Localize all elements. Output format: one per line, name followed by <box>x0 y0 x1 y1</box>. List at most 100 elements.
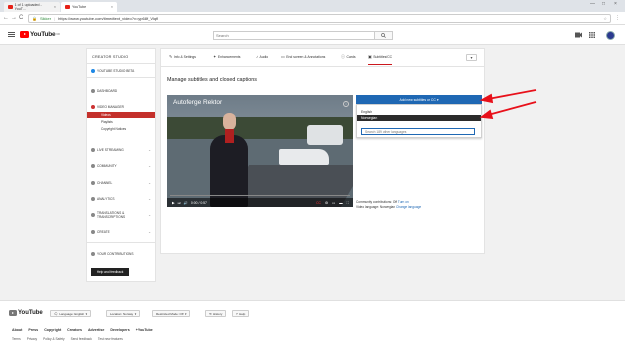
tab-subtitles-cc[interactable]: ▣ Subtitles/CC <box>368 55 393 65</box>
settings-icon[interactable]: ⚙ <box>325 201 328 205</box>
back-icon[interactable]: ← <box>3 15 9 21</box>
community-contributions: Community contributions: Off Turn on <box>356 200 409 204</box>
sidebar-subitem-copyright[interactable]: Copyright Notices <box>87 126 155 132</box>
sidebar-item-label: CREATE <box>97 229 110 234</box>
browser-tab-youtube[interactable]: YouTube × <box>61 2 117 12</box>
footer-link[interactable]: Copyright <box>44 328 61 332</box>
info-icon[interactable]: i <box>343 101 349 107</box>
footer-link[interactable]: +YouTube <box>136 328 153 332</box>
community-icon <box>91 163 95 168</box>
footer-link[interactable]: Send feedback <box>71 337 92 341</box>
browser-menu-icon[interactable]: ⋮ <box>615 15 620 21</box>
location-button[interactable]: Location: Norway ▾ <box>106 310 141 317</box>
bookmark-star-icon[interactable]: ☆ <box>603 16 607 21</box>
sidebar-item-analytics[interactable]: ANALYTICS ⌄ <box>87 194 155 203</box>
hamburger-menu-icon[interactable] <box>8 32 15 37</box>
pencil-icon: ✎ <box>169 54 173 59</box>
search-button[interactable] <box>374 32 392 39</box>
language-search-input[interactable] <box>361 128 475 135</box>
fullscreen-icon[interactable]: ⛶ <box>347 201 349 205</box>
tab-enhancements[interactable]: ✦ Enhancements <box>213 55 240 65</box>
sidebar-item-video-manager[interactable]: VIDEO MANAGER <box>87 102 155 111</box>
sidebar-item-contributions[interactable]: YOUR CONTRIBUTIONS <box>87 249 155 258</box>
sidebar-item-studio-beta[interactable]: YOUTUBE STUDIO BETA <box>87 66 155 75</box>
youtube-logo[interactable]: YouTube NO <box>20 31 60 38</box>
chevron-down-icon: ⌄ <box>148 213 151 217</box>
video-frame-boat <box>279 149 329 165</box>
video-manager-icon <box>91 104 95 109</box>
help-button[interactable]: ? Help <box>232 310 250 317</box>
live-icon <box>91 147 95 152</box>
footer-link[interactable]: Test new features <box>98 337 123 341</box>
sidebar-item-create[interactable]: CREATE ⌄ <box>87 227 155 236</box>
volume-icon[interactable]: 🔊 <box>184 201 188 205</box>
tab-audio[interactable]: ♪ Audio <box>256 55 268 65</box>
tab-info-settings[interactable]: ✎ Info & Settings <box>169 55 196 65</box>
miniplayer-icon[interactable]: ▭ <box>332 201 335 205</box>
sidebar-item-live-streaming[interactable]: LIVE STREAMING ⌄ <box>87 145 155 154</box>
footer-link[interactable]: Press <box>28 328 38 332</box>
next-icon[interactable]: ⏭ <box>178 201 181 205</box>
add-subtitles-button[interactable]: Add new subtitles or CC ▾ <box>356 95 482 104</box>
youtube-header: YouTube NO <box>0 25 625 45</box>
language-button[interactable]: 🗨 Language: English ▾ <box>50 310 92 317</box>
tab-label: End screen & Annotations <box>286 55 326 59</box>
browser-tab-upload[interactable]: 1 of 1 uploaded - YouT… × <box>4 2 60 12</box>
tab-end-screen[interactable]: ▭ End screen & Annotations <box>281 55 325 65</box>
apps-grid-icon[interactable] <box>589 32 595 38</box>
tab-label: Audio <box>259 55 269 59</box>
footer-link[interactable]: Terms <box>12 337 21 341</box>
chevron-down-icon: ⌄ <box>148 196 151 201</box>
video-frame-scarf <box>225 129 234 143</box>
captions-icon[interactable]: CC <box>316 201 321 205</box>
restricted-mode-button[interactable]: Restricted Mode: Off ▾ <box>152 310 191 317</box>
close-tab-icon[interactable]: × <box>111 5 113 9</box>
language-option-norwegian[interactable]: Norwegian <box>357 115 481 121</box>
browser-toolbar: ← → C 🔒 Sikker | https://www.youtube.com… <box>0 12 625 25</box>
history-button[interactable]: ⟲ History <box>205 310 227 317</box>
video-progress-bar[interactable] <box>170 195 350 196</box>
video-player[interactable]: Autoferge Rektor i ▶ ⏭ 🔊 0:00 / 0:57 CC … <box>167 95 353 207</box>
close-window-icon[interactable]: × <box>614 1 617 7</box>
sidebar-item-channel[interactable]: CHANNEL ⌄ <box>87 178 155 187</box>
forward-icon[interactable]: → <box>11 15 17 21</box>
footer-link[interactable]: Policy & Safety <box>43 337 64 341</box>
sidebar-item-label: YOUTUBE STUDIO BETA <box>97 68 135 73</box>
chevron-down-icon: ⌄ <box>148 229 151 234</box>
reload-icon[interactable]: C <box>19 15 23 21</box>
tab-label: Info & Settings <box>173 55 196 59</box>
help-feedback-button[interactable]: Help and feedback <box>91 268 129 276</box>
sidebar-item-community[interactable]: COMMUNITY ⌄ <box>87 161 155 170</box>
minimize-window-icon[interactable]: — <box>590 1 595 7</box>
youtube-favicon-icon <box>8 5 13 9</box>
search-input[interactable] <box>214 32 374 39</box>
sidebar-item-translations[interactable]: TRANSLATIONS & TRANSCRIPTIONS ⌄ <box>87 209 155 221</box>
footer-link[interactable]: Advertise <box>88 328 104 332</box>
footer-link[interactable]: Creators <box>67 328 82 332</box>
help-label: Help <box>239 311 246 316</box>
sidebar-subitem-videos[interactable]: Videos <box>87 112 155 118</box>
sidebar-title: CREATOR STUDIO <box>92 55 129 59</box>
avatar[interactable] <box>606 31 615 40</box>
footer-logo[interactable]: YouTube <box>9 310 43 316</box>
sidebar-item-label: DASHBOARD <box>97 88 118 93</box>
video-title[interactable]: Autoferge Rektor <box>173 99 222 106</box>
more-actions-button[interactable]: ▾ <box>466 54 477 61</box>
sidebar-subitem-playlists[interactable]: Playlists <box>87 119 155 125</box>
address-bar[interactable]: 🔒 Sikker | https://www.youtube.com/timed… <box>28 14 611 23</box>
change-language-link[interactable]: Change language <box>396 205 421 209</box>
theater-mode-icon[interactable]: ▬ <box>339 201 342 205</box>
sidebar-item-label: LIVE STREAMING <box>97 147 124 152</box>
play-icon[interactable]: ▶ <box>172 201 175 205</box>
url-text: https://www.youtube.com/timedtext_video?… <box>58 16 159 21</box>
upload-video-icon[interactable] <box>575 32 582 38</box>
close-tab-icon[interactable]: × <box>54 5 56 9</box>
footer-link[interactable]: About <box>12 328 22 332</box>
footer-link[interactable]: Developers <box>110 328 129 332</box>
page-body: CREATOR STUDIO YOUTUBE STUDIO BETA DASHB… <box>0 45 625 300</box>
turn-on-link[interactable]: Turn on <box>398 200 409 204</box>
tab-cards[interactable]: ⓘ Cards <box>341 55 356 65</box>
maximize-window-icon[interactable]: □ <box>602 1 605 7</box>
footer-link[interactable]: Privacy <box>27 337 37 341</box>
sidebar-item-dashboard[interactable]: DASHBOARD <box>87 86 155 95</box>
